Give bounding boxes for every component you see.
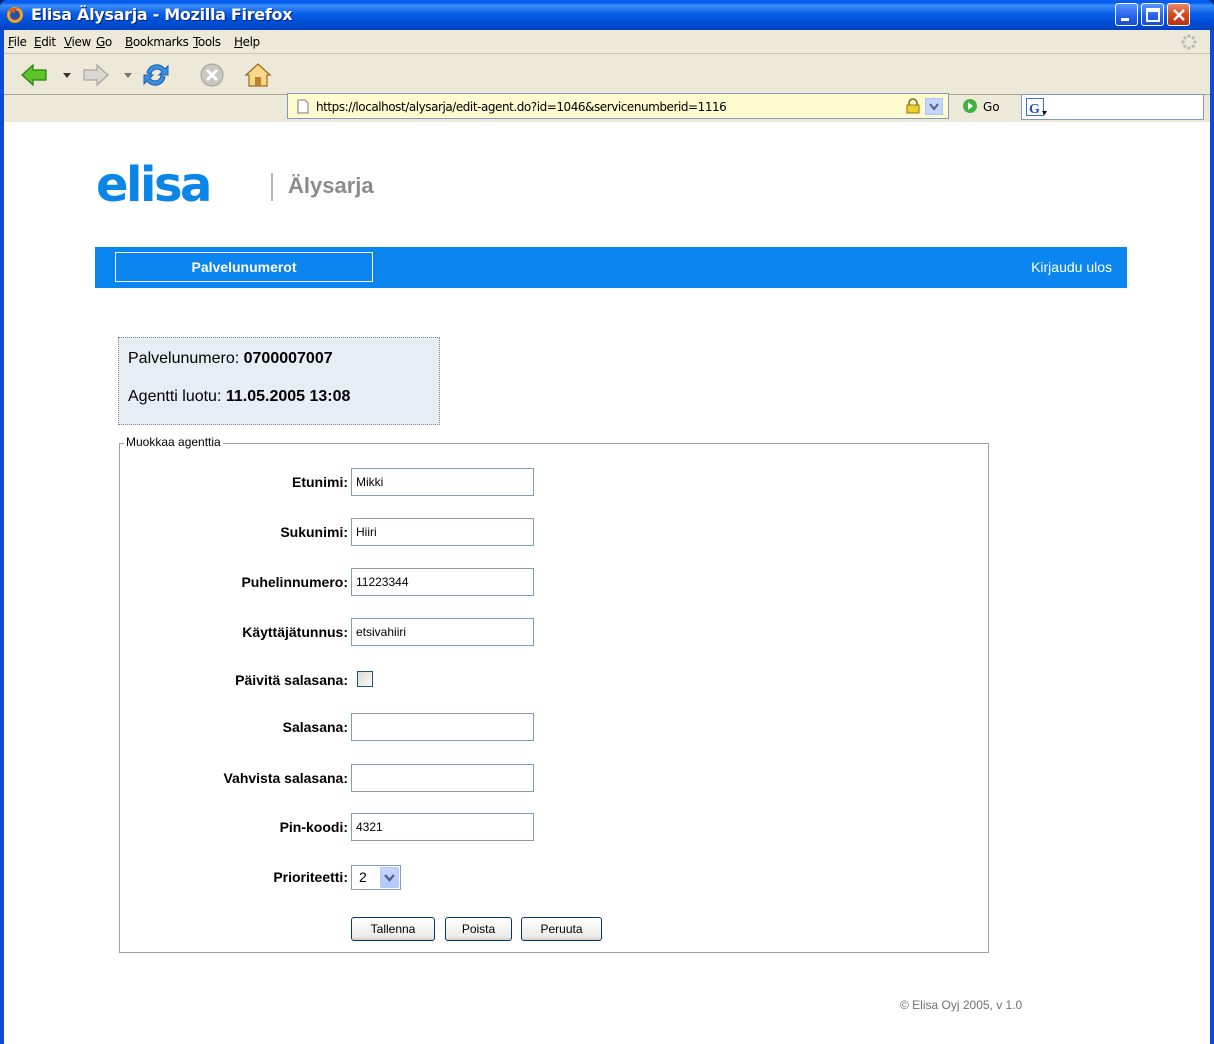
- delete-button[interactable]: Poista: [445, 917, 512, 941]
- forward-dropdown-icon[interactable]: [124, 73, 132, 79]
- priority-value: 2: [359, 869, 367, 885]
- window-title: Elisa Älysarja - Mozilla Firefox: [31, 5, 293, 24]
- pin-row: Pin-koodi:: [120, 813, 988, 841]
- page-viewport: elisa Älysarja Palvelunumerot Kirjaudu u…: [4, 122, 1210, 1044]
- confirm-password-row: Vahvista salasana:: [120, 764, 988, 792]
- save-button[interactable]: Tallenna: [351, 917, 435, 941]
- priority-row: Prioriteetti: 2: [120, 863, 988, 891]
- menu-edit[interactable]: Edit: [34, 35, 56, 49]
- priority-label: Prioriteetti:: [273, 869, 348, 885]
- main-nav-bar: Palvelunumerot Kirjaudu ulos: [95, 247, 1127, 288]
- first-name-field[interactable]: [351, 468, 534, 496]
- navigation-toolbar: [4, 55, 1210, 95]
- confirm-password-field[interactable]: [351, 764, 534, 792]
- menu-tools[interactable]: Tools: [193, 35, 221, 49]
- tab-palvelunumerot[interactable]: Palvelunumerot: [115, 252, 373, 282]
- service-info-box: Palvelunumero: 0700007007 Agentti luotu:…: [118, 337, 440, 425]
- service-number-row: Palvelunumero: 0700007007: [128, 350, 333, 368]
- firefox-icon: [7, 7, 23, 23]
- update-password-checkbox[interactable]: [357, 671, 373, 687]
- first-name-row: Etunimi:: [120, 468, 988, 496]
- edit-agent-fieldset: Muokkaa agenttia Etunimi: Sukunimi: Puhe…: [119, 435, 989, 953]
- last-name-label: Sukunimi:: [280, 524, 348, 540]
- fieldset-legend: Muokkaa agenttia: [124, 435, 223, 449]
- chevron-down-icon: [384, 874, 395, 882]
- service-number-label: Palvelunumero:: [128, 350, 240, 367]
- menu-view[interactable]: View: [64, 35, 91, 49]
- created-row: Agentti luotu: 11.05.2005 13:08: [128, 388, 350, 406]
- reload-icon[interactable]: [140, 59, 172, 91]
- back-dropdown-icon[interactable]: [63, 73, 71, 79]
- elisa-logo[interactable]: elisa: [96, 157, 212, 213]
- minimize-button[interactable]: [1115, 3, 1138, 26]
- menu-bar: File Edit View Go Bookmarks Tools Help: [4, 30, 1210, 54]
- priority-dropdown-button[interactable]: [380, 867, 399, 888]
- window-titlebar[interactable]: Elisa Älysarja - Mozilla Firefox: [0, 0, 1214, 30]
- menu-bookmarks[interactable]: Bookmarks: [125, 35, 189, 49]
- menu-file[interactable]: File: [8, 35, 27, 49]
- password-row: Salasana:: [120, 713, 988, 741]
- update-password-row: Päivitä salasana:: [120, 666, 988, 694]
- update-password-label: Päivitä salasana:: [235, 672, 348, 688]
- last-name-field[interactable]: [351, 518, 534, 546]
- go-icon[interactable]: [962, 98, 978, 114]
- google-search-icon[interactable]: G: [1026, 98, 1048, 117]
- menu-go[interactable]: Go: [96, 35, 112, 49]
- address-bar[interactable]: https://localhost/alysarja/edit-agent.do…: [287, 93, 949, 119]
- footer-copyright: © Elisa Oyj 2005, v 1.0: [900, 998, 1023, 1012]
- username-label: Käyttäjätunnus:: [242, 624, 348, 640]
- search-box[interactable]: G: [1021, 94, 1204, 120]
- username-field[interactable]: [351, 618, 534, 646]
- logout-link[interactable]: Kirjaudu ulos: [1031, 259, 1112, 275]
- svg-text:G: G: [1029, 102, 1040, 117]
- stop-icon[interactable]: [196, 59, 228, 91]
- history-dropdown-icon[interactable]: [925, 98, 943, 115]
- password-label: Salasana:: [282, 719, 348, 735]
- created-label: Agentti luotu:: [128, 388, 222, 405]
- header-divider: [271, 173, 273, 201]
- last-name-row: Sukunimi:: [120, 518, 988, 546]
- page-icon: [297, 99, 309, 114]
- phone-field[interactable]: [351, 568, 534, 596]
- created-value: 11.05.2005 13:08: [225, 388, 351, 405]
- close-icon: [1173, 9, 1185, 21]
- home-icon[interactable]: [242, 59, 274, 91]
- password-field[interactable]: [351, 713, 534, 741]
- maximize-icon: [1146, 8, 1160, 22]
- go-button[interactable]: Go: [983, 100, 1000, 114]
- lock-icon[interactable]: [905, 98, 921, 114]
- maximize-button[interactable]: [1141, 3, 1164, 26]
- phone-row: Puhelinnumero:: [120, 568, 988, 596]
- address-url[interactable]: https://localhost/alysarja/edit-agent.do…: [316, 100, 727, 114]
- back-icon[interactable]: [18, 59, 50, 91]
- app-name: Älysarja: [288, 173, 374, 198]
- pin-label: Pin-koodi:: [279, 819, 348, 835]
- pin-field[interactable]: [351, 813, 534, 841]
- first-name-label: Etunimi:: [292, 474, 348, 490]
- menu-help[interactable]: Help: [234, 35, 260, 49]
- username-row: Käyttäjätunnus:: [120, 618, 988, 646]
- phone-label: Puhelinnumero:: [241, 574, 348, 590]
- cancel-button[interactable]: Peruuta: [521, 917, 602, 941]
- forward-icon[interactable]: [80, 59, 112, 91]
- close-button[interactable]: [1167, 3, 1190, 26]
- minimize-icon: [1121, 18, 1129, 21]
- service-number-value: 0700007007: [243, 350, 333, 367]
- confirm-password-label: Vahvista salasana:: [223, 770, 348, 786]
- activity-throbber-icon: [1181, 34, 1197, 50]
- priority-select[interactable]: 2: [351, 865, 401, 890]
